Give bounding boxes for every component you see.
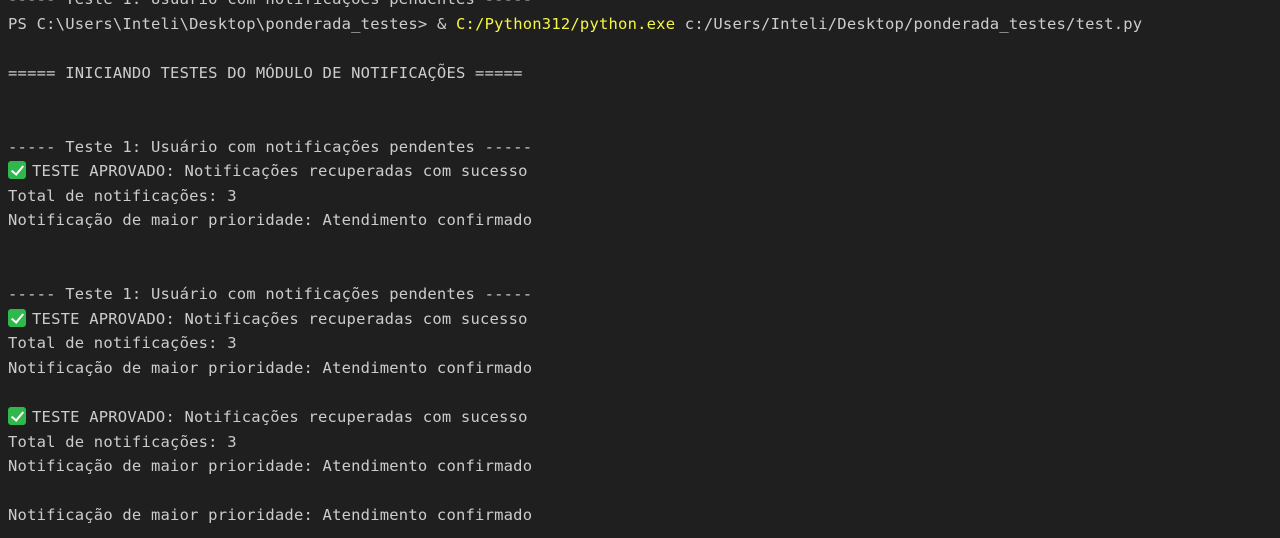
test-total-text: Total de notificações: 3 [8, 186, 237, 205]
terminal-output: ----- Teste 1: Usuário com notificações … [8, 0, 1280, 528]
check-mark-icon [8, 161, 26, 180]
test-success-text: TESTE APROVADO: Notificações recuperadas… [32, 408, 528, 427]
call-operator: & [436, 14, 457, 33]
test-title: ----- Teste 1: Usuário com notificações … [8, 135, 1280, 160]
test-success-text: TESTE APROVADO: Notificações recuperadas… [32, 162, 528, 181]
terminal-line-partial: ----- Teste 1: Usuário com notificações … [8, 0, 1280, 12]
test-suite-header: ===== INICIANDO TESTES DO MÓDULO DE NOTI… [8, 61, 1280, 86]
test-priority-text: Notificação de maior prioridade: Atendim… [8, 358, 533, 377]
test-priority-text: Notificação de maior prioridade: Atendim… [8, 457, 533, 476]
header-text: ===== INICIANDO TESTES DO MÓDULO DE NOTI… [8, 63, 523, 82]
test-success-line: TESTE APROVADO: Notificações recuperadas… [8, 307, 1280, 332]
test-total-text: Total de notificações: 3 [8, 432, 237, 451]
command-line: PS C:\Users\Inteli\Desktop\ponderada_tes… [8, 12, 1280, 37]
test-priority-line: Notificação de maior prioridade: Atendim… [8, 454, 1280, 479]
test-priority-text: Notificação de maior prioridade: Atendim… [8, 211, 533, 230]
test-success-line: TESTE APROVADO: Notificações recuperadas… [8, 159, 1280, 184]
test-total-line: Total de notificações: 3 [8, 430, 1280, 455]
check-mark-icon [8, 407, 26, 426]
test-success-text: TESTE APROVADO: Notificações recuperadas… [32, 309, 528, 328]
python-executable-path: C:/Python312/python.exe [456, 14, 676, 33]
final-priority-line: Notificação de maior prioridade: Atendim… [8, 503, 1280, 528]
test-total-line: Total de notificações: 3 [8, 331, 1280, 356]
test-total-line: Total de notificações: 3 [8, 184, 1280, 209]
test-title: ----- Teste 1: Usuário com notificações … [8, 282, 1280, 307]
test-title-text: ----- Teste 1: Usuário com notificações … [8, 137, 533, 156]
shell-prompt: PS C:\Users\Inteli\Desktop\ponderada_tes… [8, 14, 437, 33]
test-title-text: ----- Teste 1: Usuário com notificações … [8, 285, 533, 304]
script-path: c:/Users/Inteli/Desktop/ponderada_testes… [675, 14, 1143, 33]
test-total-text: Total de notificações: 3 [8, 334, 237, 353]
terminal-window[interactable]: ----- Teste 1: Usuário com notificações … [0, 0, 1280, 538]
partial-top-text: ----- Teste 1: Usuário com notificações … [8, 0, 532, 8]
test-priority-line: Notificação de maior prioridade: Atendim… [8, 208, 1280, 233]
final-priority-text: Notificação de maior prioridade: Atendim… [8, 506, 533, 525]
test-success-line: TESTE APROVADO: Notificações recuperadas… [8, 405, 1280, 430]
test-priority-line: Notificação de maior prioridade: Atendim… [8, 356, 1280, 381]
check-mark-icon [8, 308, 26, 327]
